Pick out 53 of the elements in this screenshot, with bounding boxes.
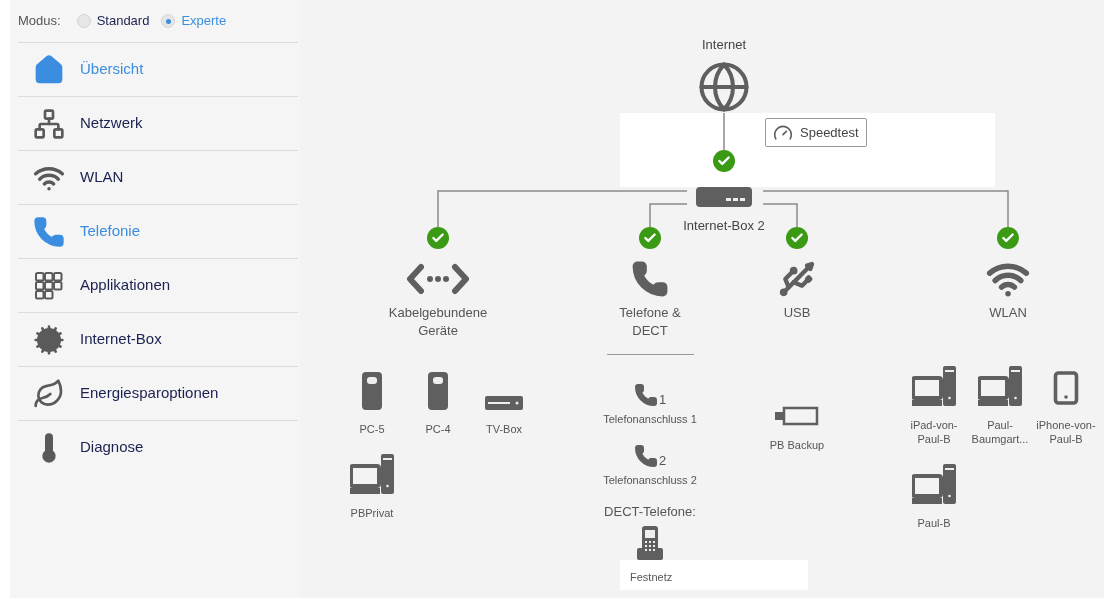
device-label[interactable]: iPhone-von-Paul-B — [1033, 418, 1099, 446]
powerline-adapter-icon — [362, 372, 382, 410]
section-heading: DECT-Telefone: — [604, 503, 696, 521]
computer-icon — [350, 454, 394, 494]
device-label[interactable]: PC-5 — [339, 422, 405, 436]
wired-connection-icon — [407, 263, 469, 295]
device-label[interactable]: PBPrivat — [339, 506, 405, 520]
sidebar-item[interactable]: Internet-Box — [18, 312, 298, 366]
app-grid-icon — [33, 269, 65, 302]
device-label[interactable]: iPad-von-Paul-B — [901, 418, 967, 446]
device-card[interactable]: Festnetz — [620, 559, 808, 590]
sidebar-item[interactable]: Netzwerk — [18, 96, 298, 150]
node-label: Internet — [700, 36, 748, 54]
device-label[interactable]: PB Backup — [764, 438, 830, 452]
device-label[interactable]: PC-4 — [405, 422, 471, 436]
connector-line — [723, 112, 725, 151]
category-label[interactable]: Kabelgebundene Geräte — [368, 304, 508, 340]
category-label[interactable]: USB — [727, 304, 867, 322]
category-label[interactable]: Telefone & DECT — [610, 304, 690, 340]
device-label[interactable]: TV-Box — [471, 422, 537, 436]
powerline-adapter-icon — [428, 372, 448, 410]
usb-icon — [777, 259, 817, 299]
line-number: 1 — [658, 393, 667, 407]
sidebar-item[interactable]: Applikationen — [18, 258, 298, 312]
home-icon — [33, 53, 65, 86]
mode-radio[interactable]: Standard — [76, 11, 150, 31]
line-number: 2 — [658, 453, 667, 468]
phone-icon — [33, 215, 65, 248]
gears-icon — [33, 323, 65, 356]
mode-label: Modus: — [18, 12, 61, 31]
sidebar-item[interactable]: Energiesparoptionen — [18, 366, 298, 420]
usb-stick-icon — [775, 406, 819, 426]
computer-icon — [978, 366, 1022, 406]
device-label[interactable]: Paul-Baumgart... — [967, 418, 1033, 446]
sidebar-item[interactable]: Diagnose — [18, 420, 298, 474]
sidebar-item[interactable]: WLAN — [18, 150, 298, 204]
globe-icon[interactable] — [697, 60, 751, 114]
router-icon[interactable] — [696, 185, 752, 207]
device-label[interactable]: Telefonanschluss 2 — [603, 471, 697, 488]
device-label[interactable]: Paul-B — [901, 516, 967, 530]
leaf-icon — [33, 377, 65, 410]
node-label: Internet-Box 2 — [682, 217, 766, 235]
phone-icon — [633, 443, 658, 468]
phone-icon — [631, 260, 669, 298]
device-label[interactable]: Telefonanschluss 1 — [603, 411, 697, 428]
category-label[interactable]: WLAN — [938, 304, 1078, 322]
computer-icon — [912, 464, 956, 504]
set-top-box-icon — [485, 396, 523, 410]
computer-icon — [912, 366, 956, 406]
phone-icon — [633, 383, 658, 407]
network-icon — [33, 107, 65, 140]
speedtest-button[interactable]: Speedtest — [765, 118, 867, 147]
cordless-phone-icon — [637, 525, 663, 560]
